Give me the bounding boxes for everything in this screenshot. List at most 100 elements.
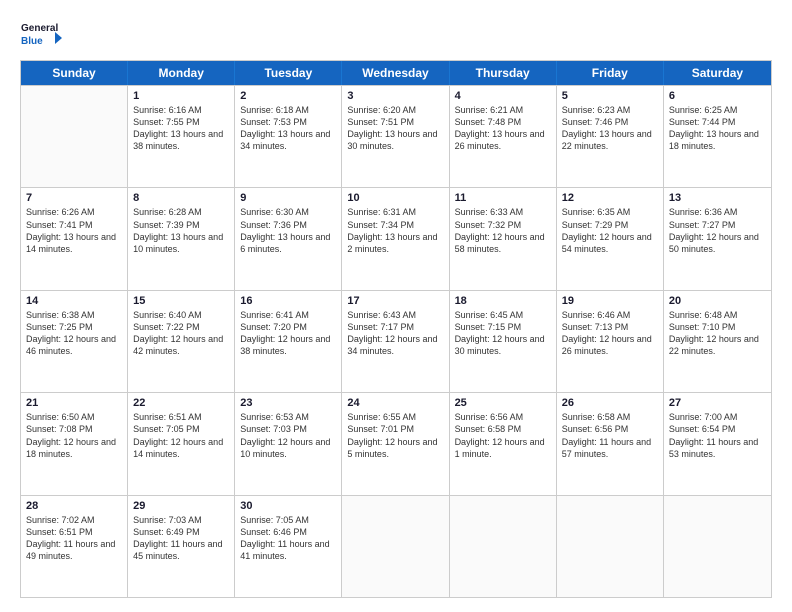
day-number: 4 <box>455 90 551 102</box>
cell-info: Daylight: 12 hours and 22 minutes. <box>669 333 766 357</box>
cell-info: Daylight: 12 hours and 1 minute. <box>455 436 551 460</box>
cell-info: Sunset: 7:15 PM <box>455 321 551 333</box>
calendar-cell: 4 Sunrise: 6:21 AMSunset: 7:48 PMDaylight… <box>450 86 557 187</box>
calendar-cell: 11Sunrise: 6:33 AMSunset: 7:32 PMDayligh… <box>450 188 557 289</box>
calendar-header: SundayMondayTuesdayWednesdayThursdayFrid… <box>21 61 771 85</box>
cell-info: Sunrise: 6:35 AM <box>562 206 658 218</box>
cell-info: Sunset: 7:03 PM <box>240 423 336 435</box>
cell-info: Sunset: 7:51 PM <box>347 116 443 128</box>
day-number: 5 <box>562 90 658 102</box>
calendar-row: 28Sunrise: 7:02 AMSunset: 6:51 PMDayligh… <box>21 495 771 597</box>
cell-info: Sunrise: 6:30 AM <box>240 206 336 218</box>
cell-info: Sunrise: 6:26 AM <box>26 206 122 218</box>
day-number: 24 <box>347 397 443 409</box>
svg-text:General: General <box>21 23 58 34</box>
day-number: 15 <box>133 295 229 307</box>
cell-info: Daylight: 11 hours and 57 minutes. <box>562 436 658 460</box>
calendar-cell: 24 Sunrise: 6:55 AMSunset: 7:01 PMDayligh… <box>342 393 449 494</box>
cell-info: Daylight: 12 hours and 42 minutes. <box>133 333 229 357</box>
cell-info: Sunset: 7:39 PM <box>133 219 229 231</box>
cell-info: Sunset: 7:48 PM <box>455 116 551 128</box>
cell-info: Sunset: 7:29 PM <box>562 219 658 231</box>
cell-info: Sunset: 7:53 PM <box>240 116 336 128</box>
day-number: 16 <box>240 295 336 307</box>
day-number: 25 <box>455 397 551 409</box>
cell-info: Sunrise: 6:16 AM <box>133 104 229 116</box>
cell-info: Sunrise: 7:03 AM <box>133 514 229 526</box>
day-number: 12 <box>562 192 658 204</box>
cell-info: Sunrise: 6:38 AM <box>26 309 122 321</box>
cell-info: Sunrise: 6:53 AM <box>240 411 336 423</box>
cell-info: Sunset: 6:54 PM <box>669 423 766 435</box>
calendar-cell: 9 Sunrise: 6:30 AMSunset: 7:36 PMDaylight… <box>235 188 342 289</box>
calendar-cell: 17 Sunrise: 6:43 AMSunset: 7:17 PMDayligh… <box>342 291 449 392</box>
cell-info: Daylight: 12 hours and 10 minutes. <box>240 436 336 460</box>
day-number: 14 <box>26 295 122 307</box>
cell-info: Sunset: 7:05 PM <box>133 423 229 435</box>
cell-info: Sunrise: 7:02 AM <box>26 514 122 526</box>
day-number: 29 <box>133 500 229 512</box>
cell-info: Daylight: 12 hours and 54 minutes. <box>562 231 658 255</box>
cell-info: Daylight: 12 hours and 14 minutes. <box>133 436 229 460</box>
cell-info: Sunset: 7:13 PM <box>562 321 658 333</box>
day-number: 23 <box>240 397 336 409</box>
cell-info: Daylight: 13 hours and 6 minutes. <box>240 231 336 255</box>
cell-info: Daylight: 12 hours and 38 minutes. <box>240 333 336 357</box>
calendar-row: 21Sunrise: 6:50 AMSunset: 7:08 PMDayligh… <box>21 392 771 494</box>
calendar-body: 1Sunrise: 6:16 AMSunset: 7:55 PMDaylight… <box>21 85 771 597</box>
cell-info: Daylight: 12 hours and 18 minutes. <box>26 436 122 460</box>
cell-info: Sunrise: 6:43 AM <box>347 309 443 321</box>
day-number: 26 <box>562 397 658 409</box>
calendar-cell: 12 Sunrise: 6:35 AMSunset: 7:29 PMDayligh… <box>557 188 664 289</box>
day-number: 20 <box>669 295 766 307</box>
calendar-cell: 18Sunrise: 6:45 AMSunset: 7:15 PMDayligh… <box>450 291 557 392</box>
cell-info: Sunset: 7:01 PM <box>347 423 443 435</box>
day-number: 30 <box>240 500 336 512</box>
calendar-cell: 28Sunrise: 7:02 AMSunset: 6:51 PMDayligh… <box>21 496 128 597</box>
cell-info: Sunset: 7:17 PM <box>347 321 443 333</box>
cell-info: Sunset: 6:56 PM <box>562 423 658 435</box>
cell-info: Sunrise: 6:56 AM <box>455 411 551 423</box>
cell-info: Daylight: 11 hours and 53 minutes. <box>669 436 766 460</box>
cell-info: Sunset: 7:27 PM <box>669 219 766 231</box>
cell-info: Sunrise: 6:48 AM <box>669 309 766 321</box>
day-number: 13 <box>669 192 766 204</box>
cell-info: Daylight: 13 hours and 26 minutes. <box>455 128 551 152</box>
cell-info: Sunrise: 6:41 AM <box>240 309 336 321</box>
day-number: 2 <box>240 90 336 102</box>
day-number: 8 <box>133 192 229 204</box>
cell-info: Daylight: 12 hours and 5 minutes. <box>347 436 443 460</box>
cell-info: Sunrise: 6:50 AM <box>26 411 122 423</box>
day-number: 9 <box>240 192 336 204</box>
calendar-cell: 16Sunrise: 6:41 AMSunset: 7:20 PMDayligh… <box>235 291 342 392</box>
cell-info: Sunset: 7:36 PM <box>240 219 336 231</box>
calendar-cell: 25Sunrise: 6:56 AMSunset: 6:58 PMDayligh… <box>450 393 557 494</box>
cell-info: Sunrise: 6:58 AM <box>562 411 658 423</box>
cell-info: Sunrise: 6:21 AM <box>455 104 551 116</box>
day-number: 18 <box>455 295 551 307</box>
cell-info: Daylight: 12 hours and 26 minutes. <box>562 333 658 357</box>
cell-info: Daylight: 12 hours and 34 minutes. <box>347 333 443 357</box>
logo: General Blue <box>20 18 62 50</box>
cell-info: Sunrise: 6:51 AM <box>133 411 229 423</box>
day-number: 17 <box>347 295 443 307</box>
calendar-cell: 8Sunrise: 6:28 AMSunset: 7:39 PMDaylight… <box>128 188 235 289</box>
calendar-cell: 13Sunrise: 6:36 AMSunset: 7:27 PMDayligh… <box>664 188 771 289</box>
calendar-cell <box>450 496 557 597</box>
cell-info: Daylight: 12 hours and 46 minutes. <box>26 333 122 357</box>
day-number: 10 <box>347 192 443 204</box>
cell-info: Daylight: 12 hours and 50 minutes. <box>669 231 766 255</box>
day-number: 7 <box>26 192 122 204</box>
cell-info: Sunset: 6:51 PM <box>26 526 122 538</box>
day-number: 3 <box>347 90 443 102</box>
cell-info: Sunset: 7:46 PM <box>562 116 658 128</box>
cell-info: Sunset: 7:34 PM <box>347 219 443 231</box>
cell-info: Sunrise: 6:40 AM <box>133 309 229 321</box>
calendar: SundayMondayTuesdayWednesdayThursdayFrid… <box>20 60 772 598</box>
cell-info: Daylight: 12 hours and 58 minutes. <box>455 231 551 255</box>
cell-info: Sunset: 7:32 PM <box>455 219 551 231</box>
cell-info: Sunset: 6:46 PM <box>240 526 336 538</box>
cell-info: Sunrise: 6:55 AM <box>347 411 443 423</box>
day-number: 19 <box>562 295 658 307</box>
calendar-cell: 22Sunrise: 6:51 AMSunset: 7:05 PMDayligh… <box>128 393 235 494</box>
